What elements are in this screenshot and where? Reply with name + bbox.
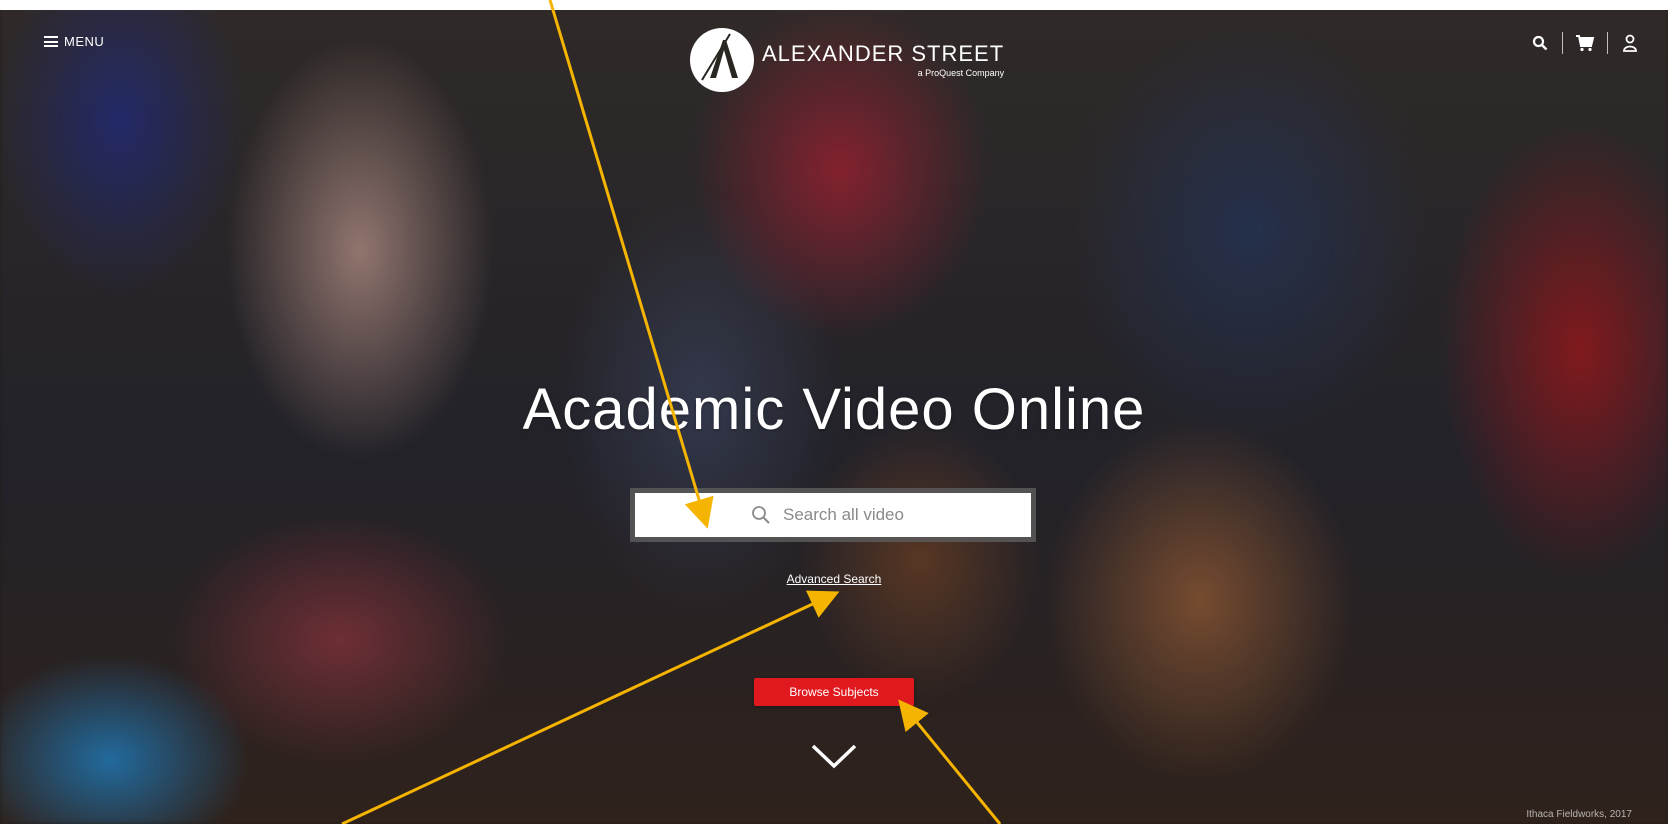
cart-icon[interactable] [1575, 33, 1595, 53]
header-utility-nav [1530, 32, 1640, 54]
divider [1607, 32, 1608, 54]
page-top-edge [0, 0, 1668, 10]
hamburger-icon [44, 36, 58, 47]
chevron-down-icon[interactable] [809, 740, 859, 775]
browse-subjects-button[interactable]: Browse Subjects [754, 678, 914, 706]
page-title: Academic Video Online [522, 377, 1146, 442]
search-box [630, 488, 1036, 542]
divider [1562, 32, 1563, 54]
user-icon[interactable] [1620, 33, 1640, 53]
search-field-wrapper[interactable] [635, 493, 1031, 537]
search-icon[interactable] [1530, 33, 1550, 53]
search-icon [752, 506, 770, 524]
advanced-search-link[interactable]: Advanced Search [787, 572, 882, 586]
advanced-search-row: Advanced Search [0, 572, 1668, 586]
brand-name: ALEXANDER STREET [762, 41, 1005, 66]
menu-label: MENU [64, 34, 105, 49]
photo-credit: Ithaca Fieldworks, 2017 [1526, 809, 1632, 820]
search-input[interactable] [781, 504, 915, 526]
alexander-street-logo-icon [690, 28, 754, 92]
brand-logo-link[interactable]: ALEXANDER STREET a ProQuest Company [690, 28, 1004, 92]
brand-subtitle: a ProQuest Company [917, 68, 1005, 78]
menu-button[interactable]: MENU [44, 34, 104, 49]
